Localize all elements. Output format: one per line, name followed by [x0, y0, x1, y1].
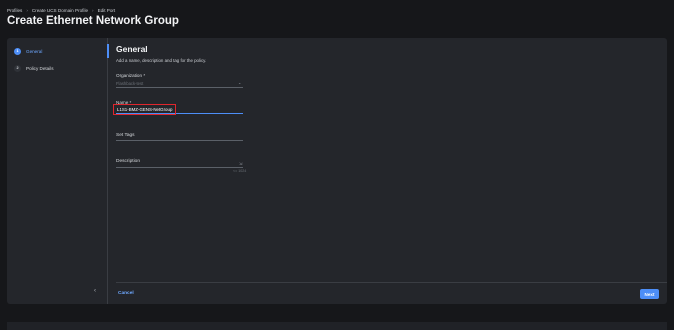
breadcrumb-item-profiles[interactable]: Profiles [7, 8, 22, 13]
chevron-left-icon[interactable]: ‹ [94, 288, 96, 294]
step-label: Policy Details [26, 65, 54, 71]
active-step-indicator [107, 44, 109, 58]
breadcrumb: Profiles › Create UCS Domain Profile › E… [7, 8, 115, 13]
resize-handle-icon[interactable]: ⇲ [239, 161, 242, 166]
page-title: Create Ethernet Network Group [7, 15, 179, 27]
footer-divider [116, 282, 667, 283]
wizard-card: 1 General 2 Policy Details ‹ General Add… [7, 38, 667, 304]
form-area: General Add a name, description and tag … [113, 38, 667, 304]
description-textarea[interactable]: Description [116, 159, 140, 164]
wizard-step-general[interactable]: 1 General [14, 47, 42, 55]
description-underline [116, 167, 243, 168]
chevron-down-icon[interactable]: ⌄ [238, 80, 241, 85]
section-description: Add a name, description and tag for the … [116, 58, 207, 63]
wizard-step-policy-details[interactable]: 2 Policy Details [14, 64, 54, 72]
section-title: General [116, 44, 148, 54]
breadcrumb-separator-icon: › [26, 8, 28, 13]
organization-underline [116, 87, 243, 88]
annotation-highlight-box [113, 104, 176, 115]
wizard-sidebar: 1 General 2 Policy Details ‹ [7, 38, 109, 304]
step-number-badge: 1 [14, 47, 21, 55]
step-label: General [26, 48, 43, 54]
character-counter: <= 1024 [233, 169, 247, 173]
breadcrumb-item-domain-profile[interactable]: Create UCS Domain Profile [32, 8, 88, 13]
organization-label: Organization * [116, 73, 146, 78]
bottom-panel-edge [7, 322, 667, 330]
breadcrumb-item-edit-port[interactable]: Edit Port [98, 8, 116, 13]
breadcrumb-separator-icon: › [92, 8, 94, 13]
step-number-badge: 2 [14, 64, 21, 72]
tags-underline [116, 140, 243, 141]
cancel-button[interactable]: Cancel [118, 291, 134, 296]
organization-select[interactable]: Flashback-test [116, 81, 243, 86]
tags-input[interactable]: Set Tags [116, 133, 135, 138]
next-button[interactable]: Next [640, 289, 659, 299]
